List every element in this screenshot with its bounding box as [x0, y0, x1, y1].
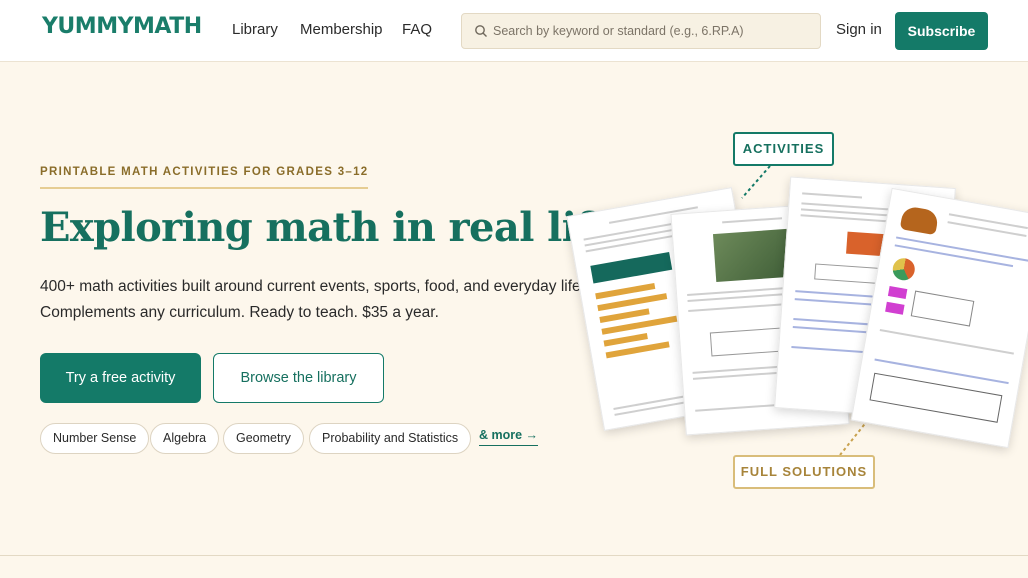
- search-icon: [475, 25, 487, 37]
- hero-subtext-line-2: Complements any curriculum. Ready to tea…: [40, 304, 439, 321]
- try-free-activity-button[interactable]: Try a free activity: [40, 353, 201, 403]
- nav-faq[interactable]: FAQ: [402, 21, 432, 38]
- search-box[interactable]: [461, 13, 821, 49]
- search-input[interactable]: [493, 14, 813, 48]
- hero-headline: Exploring math in real life.: [40, 204, 632, 251]
- more-topics-link[interactable]: & more →: [479, 428, 539, 446]
- topic-chip-geometry[interactable]: Geometry: [223, 423, 304, 454]
- worksheet-previews: [566, 160, 1028, 460]
- activities-label: ACTIVITIES: [733, 132, 834, 166]
- full-solutions-label: FULL SOLUTIONS: [733, 455, 875, 489]
- logo[interactable]: YUMMYMATH: [42, 14, 202, 39]
- site-header: YUMMYMATH Library Membership FAQ Sign in…: [0, 0, 1028, 62]
- topic-chip-algebra[interactable]: Algebra: [150, 423, 220, 454]
- sign-in-link[interactable]: Sign in: [836, 21, 882, 38]
- topic-chip-probability-statistics[interactable]: Probability and Statistics: [309, 423, 472, 454]
- nav-library[interactable]: Library: [232, 21, 278, 38]
- subscribe-button[interactable]: Subscribe: [895, 12, 988, 50]
- hero-subtext: 400+ math activities built around curren…: [40, 274, 610, 326]
- hero-subtext-line-1: 400+ math activities built around curren…: [40, 278, 585, 295]
- topic-chip-number-sense[interactable]: Number Sense: [40, 423, 150, 454]
- browse-library-button[interactable]: Browse the library: [213, 353, 384, 403]
- section-divider: [0, 555, 1028, 556]
- hero-eyebrow: PRINTABLE MATH ACTIVITIES FOR GRADES 3–1…: [40, 166, 369, 189]
- nav-membership[interactable]: Membership: [300, 21, 383, 38]
